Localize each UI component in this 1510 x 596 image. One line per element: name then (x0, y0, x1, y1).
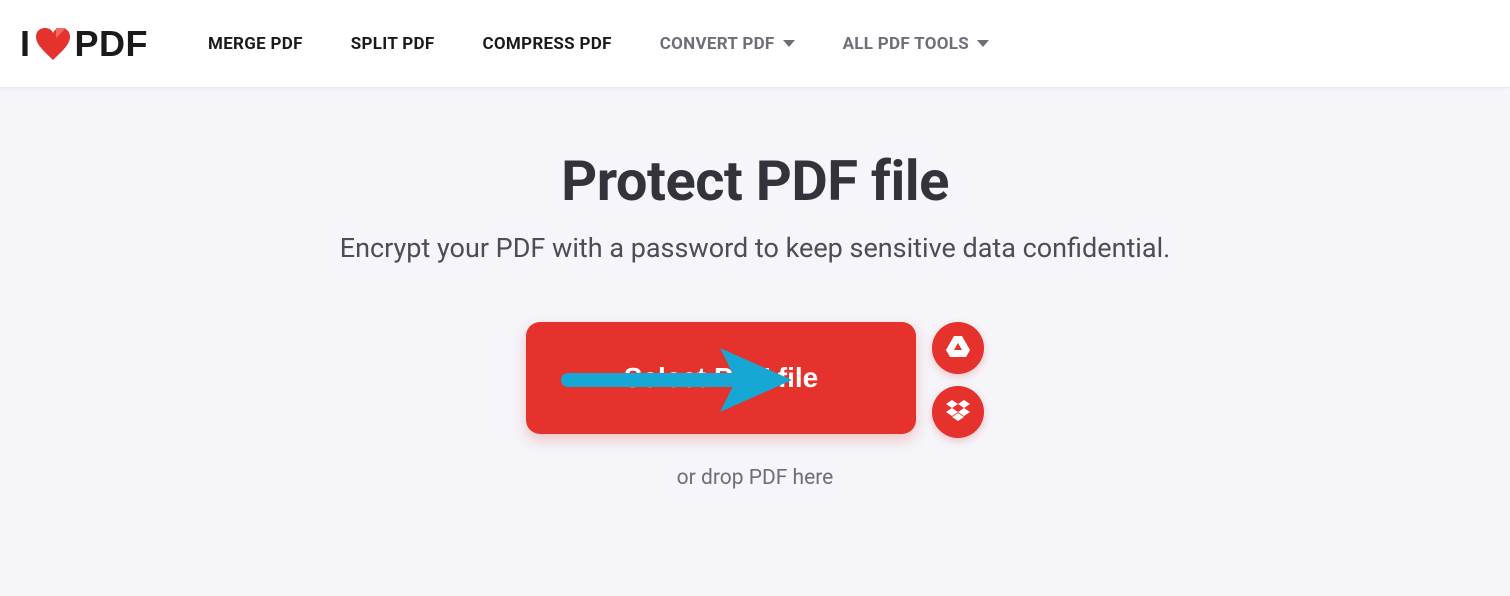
page-title: Protect PDF file (0, 148, 1510, 214)
nav-merge-pdf[interactable]: MERGE PDF (208, 34, 303, 54)
chevron-down-icon (783, 40, 795, 47)
logo-text-right: PDF (75, 23, 149, 65)
chevron-down-icon (977, 40, 989, 47)
logo-text-left: I (20, 23, 31, 65)
google-drive-button[interactable] (932, 322, 984, 374)
main-nav: MERGE PDF SPLIT PDF COMPRESS PDF CONVERT… (208, 34, 989, 54)
nav-compress-pdf[interactable]: COMPRESS PDF (482, 34, 611, 54)
google-drive-icon (946, 336, 970, 361)
nav-all-tools-label: ALL PDF TOOLS (843, 34, 969, 54)
nav-split-pdf[interactable]: SPLIT PDF (351, 34, 435, 54)
nav-all-pdf-tools[interactable]: ALL PDF TOOLS (843, 34, 989, 54)
dropbox-button[interactable] (932, 386, 984, 438)
header: I PDF MERGE PDF SPLIT PDF COMPRESS PDF C… (0, 0, 1510, 88)
page-subtitle: Encrypt your PDF with a password to keep… (0, 232, 1510, 264)
nav-convert-pdf[interactable]: CONVERT PDF (660, 34, 795, 54)
heart-icon (34, 27, 72, 61)
cloud-upload-column (932, 322, 984, 438)
select-pdf-button[interactable]: Select PDF file (526, 322, 917, 434)
drop-hint: or drop PDF here (0, 466, 1510, 490)
logo[interactable]: I PDF (20, 23, 148, 65)
nav-convert-label: CONVERT PDF (660, 34, 775, 54)
main-content: Protect PDF file Encrypt your PDF with a… (0, 88, 1510, 490)
upload-row: Select PDF file (0, 322, 1510, 438)
dropbox-icon (946, 400, 970, 425)
